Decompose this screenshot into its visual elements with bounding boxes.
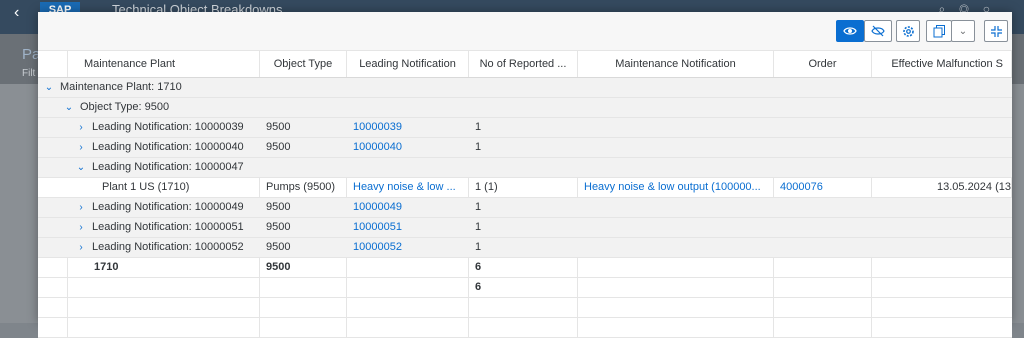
reported-count-cell: 1 — [475, 141, 482, 153]
hide-details-button[interactable] — [864, 20, 892, 42]
group-row[interactable]: ⌄ Object Type: 9500 — [38, 98, 1012, 118]
selection-column-header — [38, 51, 68, 77]
table-toolbar: ⌄ — [38, 12, 1012, 50]
leading-notification-link[interactable]: 10000039 — [347, 118, 469, 137]
chevron-down-icon[interactable]: ⌄ — [42, 78, 56, 97]
group-row[interactable]: › Leading Notification: 10000051 9500 10… — [38, 218, 1012, 238]
malfunction-cell: 13.05.2024 (13 — [872, 178, 1012, 197]
table-header: Maintenance Plant Object Type Leading No… — [38, 50, 1012, 78]
column-header-effective-malfunction[interactable]: Effective Malfunction S — [872, 51, 1012, 77]
group-label: › Leading Notification: 10000039 — [38, 118, 260, 137]
copy-icon — [933, 24, 945, 37]
leading-notification-link[interactable]: 10000049 — [347, 198, 469, 217]
reported-count-cell: 1 — [475, 221, 482, 233]
group-label: ⌄ Object Type: 9500 — [38, 98, 1012, 117]
group-row[interactable]: › Leading Notification: 10000049 9500 10… — [38, 198, 1012, 218]
subtotal-object-type-cell: 9500 — [260, 258, 347, 277]
column-header-object-type[interactable]: Object Type — [260, 51, 347, 77]
object-type-cell: 9500 — [266, 201, 291, 213]
filter-label: Filt — [22, 68, 36, 79]
empty-row — [38, 298, 1012, 318]
leading-notification-link[interactable]: 10000051 — [347, 218, 469, 237]
group-row[interactable]: › Leading Notification: 10000052 9500 10… — [38, 238, 1012, 258]
chevron-down-icon[interactable]: ⌄ — [62, 98, 76, 117]
total-row: 6 — [38, 278, 1012, 298]
chevron-down-icon: ⌄ — [958, 25, 968, 37]
leading-notification-link[interactable]: 10000040 — [347, 138, 469, 157]
chevron-right-icon[interactable]: › — [74, 218, 88, 237]
chevron-down-icon[interactable]: ⌄ — [74, 158, 88, 177]
group-label: › Leading Notification: 10000051 — [38, 218, 260, 237]
analytical-table: Maintenance Plant Object Type Leading No… — [38, 50, 1012, 338]
chevron-right-icon[interactable]: › — [74, 238, 88, 257]
leading-notification-link[interactable]: Heavy noise & low ... — [347, 178, 469, 197]
settings-button[interactable] — [896, 20, 920, 42]
eye-slash-icon — [871, 25, 885, 37]
object-type-cell: 9500 — [266, 141, 291, 153]
column-header-leading-notification[interactable]: Leading Notification — [347, 51, 469, 77]
object-type-cell: 9500 — [266, 221, 291, 233]
show-details-button[interactable] — [836, 20, 864, 42]
column-header-order[interactable]: Order — [774, 51, 872, 77]
group-label: › Leading Notification: 10000049 — [38, 198, 260, 217]
gear-icon — [902, 25, 914, 37]
subtotal-plant-cell: 1710 — [68, 258, 260, 277]
group-row[interactable]: › Leading Notification: 10000040 9500 10… — [38, 138, 1012, 158]
plant-cell: Plant 1 US (1710) — [38, 178, 260, 197]
back-icon: ‹ — [14, 4, 20, 21]
eye-icon — [843, 27, 857, 35]
object-type-cell: 9500 — [266, 241, 291, 253]
maintenance-notification-link[interactable]: Heavy noise & low output (100000... — [578, 178, 774, 197]
subtotal-reported-cell: 6 — [469, 258, 578, 277]
reported-count-cell: 1 (1) — [469, 178, 578, 197]
empty-row — [38, 318, 1012, 338]
total-reported-cell: 6 — [469, 278, 578, 297]
group-label: › Leading Notification: 10000040 — [38, 138, 260, 157]
column-header-maintenance-notification[interactable]: Maintenance Notification — [578, 51, 774, 77]
object-type-cell: 9500 — [266, 121, 291, 133]
chevron-right-icon[interactable]: › — [74, 198, 88, 217]
chevron-right-icon[interactable]: › — [74, 138, 88, 157]
copy-options-button[interactable]: ⌄ — [951, 20, 975, 42]
group-label: › Leading Notification: 10000052 — [38, 238, 260, 257]
leading-notification-link[interactable]: 10000052 — [347, 238, 469, 257]
subtotal-row: 1710 9500 6 — [38, 258, 1012, 278]
exit-fullscreen-icon — [990, 25, 1002, 37]
group-row[interactable]: ⌄ Maintenance Plant: 1710 — [38, 78, 1012, 98]
table-dialog: ⌄ Maintenance Plant Object Type Leading … — [38, 12, 1012, 338]
exit-fullscreen-button[interactable] — [984, 20, 1008, 42]
group-row[interactable]: › Leading Notification: 10000039 9500 10… — [38, 118, 1012, 138]
table-row[interactable]: Plant 1 US (1710) Pumps (9500) Heavy noi… — [38, 178, 1012, 198]
column-header-maintenance-plant[interactable]: Maintenance Plant — [68, 51, 260, 77]
group-label: ⌄ Leading Notification: 10000047 — [38, 158, 1012, 177]
column-header-no-of-reported[interactable]: No of Reported ... — [469, 51, 578, 77]
group-label: ⌄ Maintenance Plant: 1710 — [38, 78, 1012, 97]
reported-count-cell: 1 — [475, 121, 482, 133]
order-link[interactable]: 4000076 — [774, 178, 872, 197]
object-type-cell: Pumps (9500) — [260, 178, 347, 197]
reported-count-cell: 1 — [475, 241, 482, 253]
copy-button[interactable] — [926, 20, 952, 42]
chevron-right-icon[interactable]: › — [74, 118, 88, 137]
group-row[interactable]: ⌄ Leading Notification: 10000047 — [38, 158, 1012, 178]
reported-count-cell: 1 — [475, 201, 482, 213]
